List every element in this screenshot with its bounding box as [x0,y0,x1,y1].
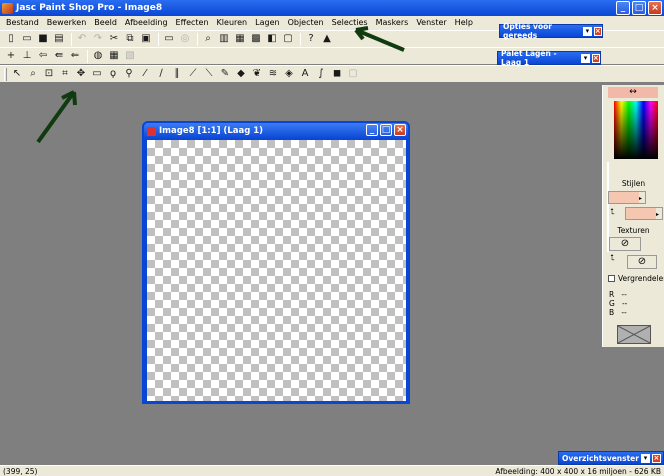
arrow-to-venster-menu [354,26,405,52]
arrow-to-move-tool [36,90,77,144]
annotation-arrows [36,26,405,144]
